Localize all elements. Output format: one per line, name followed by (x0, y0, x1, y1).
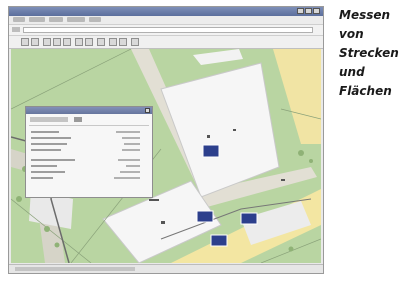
print-icon[interactable] (97, 38, 105, 46)
map-marker-icon[interactable] (196, 210, 214, 223)
status-text (15, 267, 135, 271)
panel-row-label (31, 137, 71, 139)
panel-divider (29, 125, 149, 126)
panel-toolbar (30, 117, 68, 122)
info-icon[interactable] (109, 38, 117, 46)
status-bar (9, 264, 323, 273)
caption: Messen von Strecken und Flächen (339, 6, 415, 101)
caption-line: von (339, 27, 364, 41)
panel-title-bar (26, 107, 152, 114)
caption-line: Messen (339, 8, 391, 22)
minimize-button[interactable] (297, 8, 304, 14)
address-input[interactable] (23, 27, 313, 33)
panel-row-label (31, 149, 61, 151)
panel-row-value (116, 131, 140, 133)
panel-row-value (126, 165, 140, 167)
maximize-button[interactable] (305, 8, 312, 14)
address-bar (9, 25, 323, 36)
map-marker-icon[interactable] (202, 144, 220, 158)
panel-row-value (122, 149, 140, 151)
panel-row-label (31, 131, 59, 133)
panel-tool-icon[interactable] (74, 117, 82, 122)
menu-item-file[interactable] (13, 17, 25, 22)
map-view[interactable] (11, 49, 321, 263)
map-marker-icon[interactable] (210, 234, 228, 247)
address-label (12, 27, 20, 32)
menu-item-favorites[interactable] (67, 17, 85, 22)
panel-row-value (120, 171, 140, 173)
menu-item-edit[interactable] (29, 17, 45, 22)
caption-line: und (339, 65, 365, 79)
zoom-out-icon[interactable] (53, 38, 61, 46)
panel-row-label (31, 171, 65, 173)
panel-row-label (31, 177, 53, 179)
menu-item-view[interactable] (49, 17, 63, 22)
search-icon[interactable] (131, 38, 139, 46)
forward-icon[interactable] (31, 38, 39, 46)
panel-row-value (114, 177, 140, 179)
menu-item-help[interactable] (89, 17, 101, 22)
pan-icon[interactable] (63, 38, 71, 46)
app-window (8, 6, 324, 274)
panel-row-label (31, 143, 67, 145)
panel-row-label (31, 165, 57, 167)
close-button[interactable] (313, 8, 320, 14)
map-marker-icon[interactable] (240, 212, 258, 225)
caption-line: Strecken (339, 46, 399, 60)
toolbar (9, 36, 323, 49)
measure-area-icon[interactable] (85, 38, 93, 46)
zoom-in-icon[interactable] (43, 38, 51, 46)
panel-row-label (31, 159, 75, 161)
panel-close-button[interactable] (145, 108, 150, 113)
title-bar (9, 7, 323, 16)
panel-row-value (122, 137, 140, 139)
caption-line: Flächen (339, 84, 392, 98)
panel-row-value (124, 143, 140, 145)
back-icon[interactable] (21, 38, 29, 46)
measure-panel (25, 106, 153, 198)
menu-bar (9, 16, 323, 25)
panel-row-value (118, 159, 140, 161)
measure-distance-icon[interactable] (75, 38, 83, 46)
layers-icon[interactable] (119, 38, 127, 46)
